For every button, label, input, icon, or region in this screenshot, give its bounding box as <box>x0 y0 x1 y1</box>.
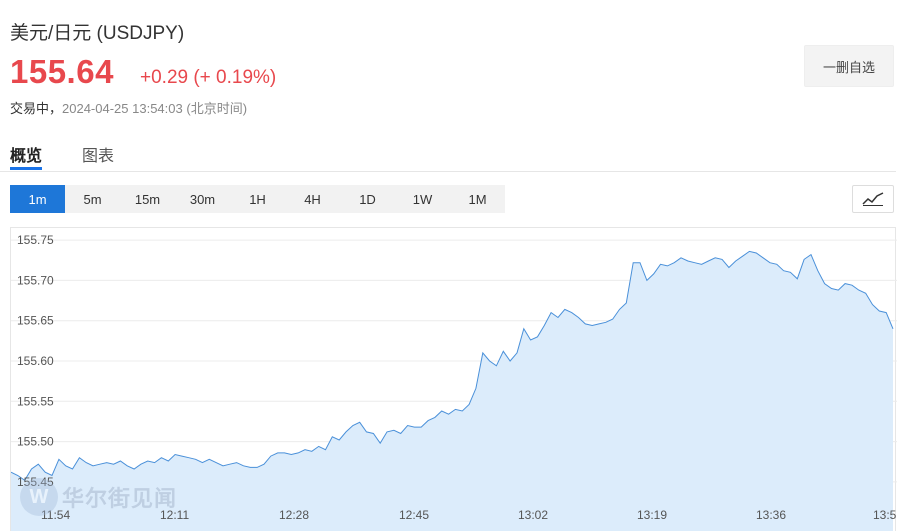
trading-status: 交易中，2024-04-25 13:54:03 (北京时间) <box>10 98 247 117</box>
period-1w[interactable]: 1W <box>395 185 450 213</box>
period-selector: 1m 5m 15m 30m 1H 4H 1D 1W 1M <box>10 185 505 213</box>
active-tab-indicator <box>10 167 42 170</box>
period-1d[interactable]: 1D <box>340 185 395 213</box>
period-15m[interactable]: 15m <box>120 185 175 213</box>
last-price: 155.64 <box>10 53 114 90</box>
period-30m[interactable]: 30m <box>175 185 230 213</box>
x-tick-label: 13:19 <box>637 508 667 522</box>
line-chart-icon <box>862 192 884 206</box>
chart-type-button[interactable] <box>852 185 894 213</box>
watermark: W 华尔街见闻 <box>20 478 177 516</box>
timezone-label: (北京时间) <box>186 101 248 116</box>
y-tick-label: 155.50 <box>17 435 54 449</box>
remove-watchlist-button[interactable]: 一删自选 <box>804 45 894 87</box>
x-tick-label: 12:45 <box>399 508 429 522</box>
period-1mo[interactable]: 1M <box>450 185 505 213</box>
y-tick-label: 155.65 <box>17 314 54 328</box>
instrument-title: 美元/日元 (USDJPY) <box>10 23 185 44</box>
watermark-logo-icon: W <box>20 478 58 516</box>
tab-chart[interactable]: 图表 <box>82 142 114 166</box>
x-tick-label: 13:02 <box>518 508 548 522</box>
period-4h[interactable]: 4H <box>285 185 340 213</box>
y-tick-label: 155.75 <box>17 233 54 247</box>
y-tick-label: 155.70 <box>17 273 54 287</box>
y-tick-label: 155.55 <box>17 394 54 408</box>
tab-bar: 概览 图表 <box>0 130 896 172</box>
price-change: +0.29 (+ 0.19%) <box>140 67 277 88</box>
tab-overview[interactable]: 概览 <box>10 142 42 166</box>
x-tick-label: 13:36 <box>756 508 786 522</box>
x-tick-label: 12:28 <box>279 508 309 522</box>
period-5m[interactable]: 5m <box>65 185 120 213</box>
update-timestamp: 2024-04-25 13:54:03 <box>62 101 183 116</box>
period-1h[interactable]: 1H <box>230 185 285 213</box>
status-label: 交易中， <box>10 101 63 116</box>
y-tick-label: 155.60 <box>17 354 54 368</box>
watermark-text: 华尔街见闻 <box>62 486 178 512</box>
x-tick-label: 13:5 <box>873 508 897 522</box>
period-1m[interactable]: 1m <box>10 185 65 213</box>
